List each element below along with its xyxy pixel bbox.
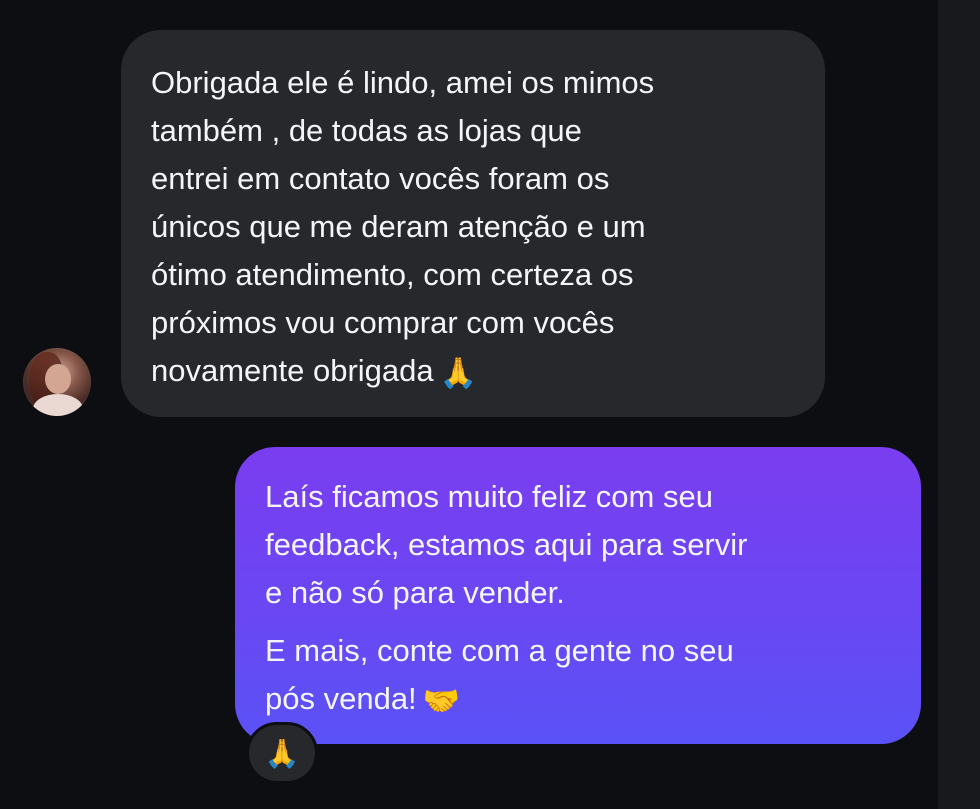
incoming-line: entrei em contato vocês foram os <box>151 161 610 196</box>
incoming-line: próximos vou comprar com vocês <box>151 305 615 340</box>
incoming-line: únicos que me deram atenção e um <box>151 209 646 244</box>
outgoing-line: Laís ficamos muito feliz com seu <box>265 479 713 514</box>
outgoing-paragraph-1: Laís ficamos muito feliz com seu feedbac… <box>265 473 901 617</box>
incoming-last-line: novamente obrigada 🙏 <box>151 347 797 395</box>
incoming-line: Obrigada ele é lindo, amei os mimos <box>151 65 655 100</box>
outgoing-message-bubble[interactable]: Laís ficamos muito feliz com seu feedbac… <box>235 447 921 744</box>
avatar-face <box>45 364 71 394</box>
incoming-line: ótimo atendimento, com certeza os <box>151 257 634 292</box>
outgoing-line: pós venda! <box>265 681 417 716</box>
incoming-line: também , de todas as lojas que <box>151 113 582 148</box>
right-edge-panel <box>938 0 980 809</box>
incoming-message-bubble[interactable]: Obrigada ele é lindo, amei os mimos tamb… <box>121 30 825 417</box>
incoming-line: novamente obrigada <box>151 353 434 388</box>
praying-hands-icon: 🙏 <box>439 357 478 390</box>
handshake-icon: 🤝 <box>422 685 461 718</box>
reaction-badge[interactable]: 🙏 <box>246 722 318 784</box>
outgoing-paragraph-2: E mais, conte com a gente no seu pós ven… <box>265 627 901 723</box>
outgoing-line: e não só para vender. <box>265 575 565 610</box>
praying-hands-reaction-icon: 🙏 <box>264 737 300 769</box>
avatar-shoulder <box>33 394 83 416</box>
outgoing-line: feedback, estamos aqui para servir <box>265 527 748 562</box>
sender-avatar[interactable] <box>23 348 91 416</box>
outgoing-last-line: pós venda! 🤝 <box>265 675 901 723</box>
outgoing-line: E mais, conte com a gente no seu <box>265 633 734 668</box>
